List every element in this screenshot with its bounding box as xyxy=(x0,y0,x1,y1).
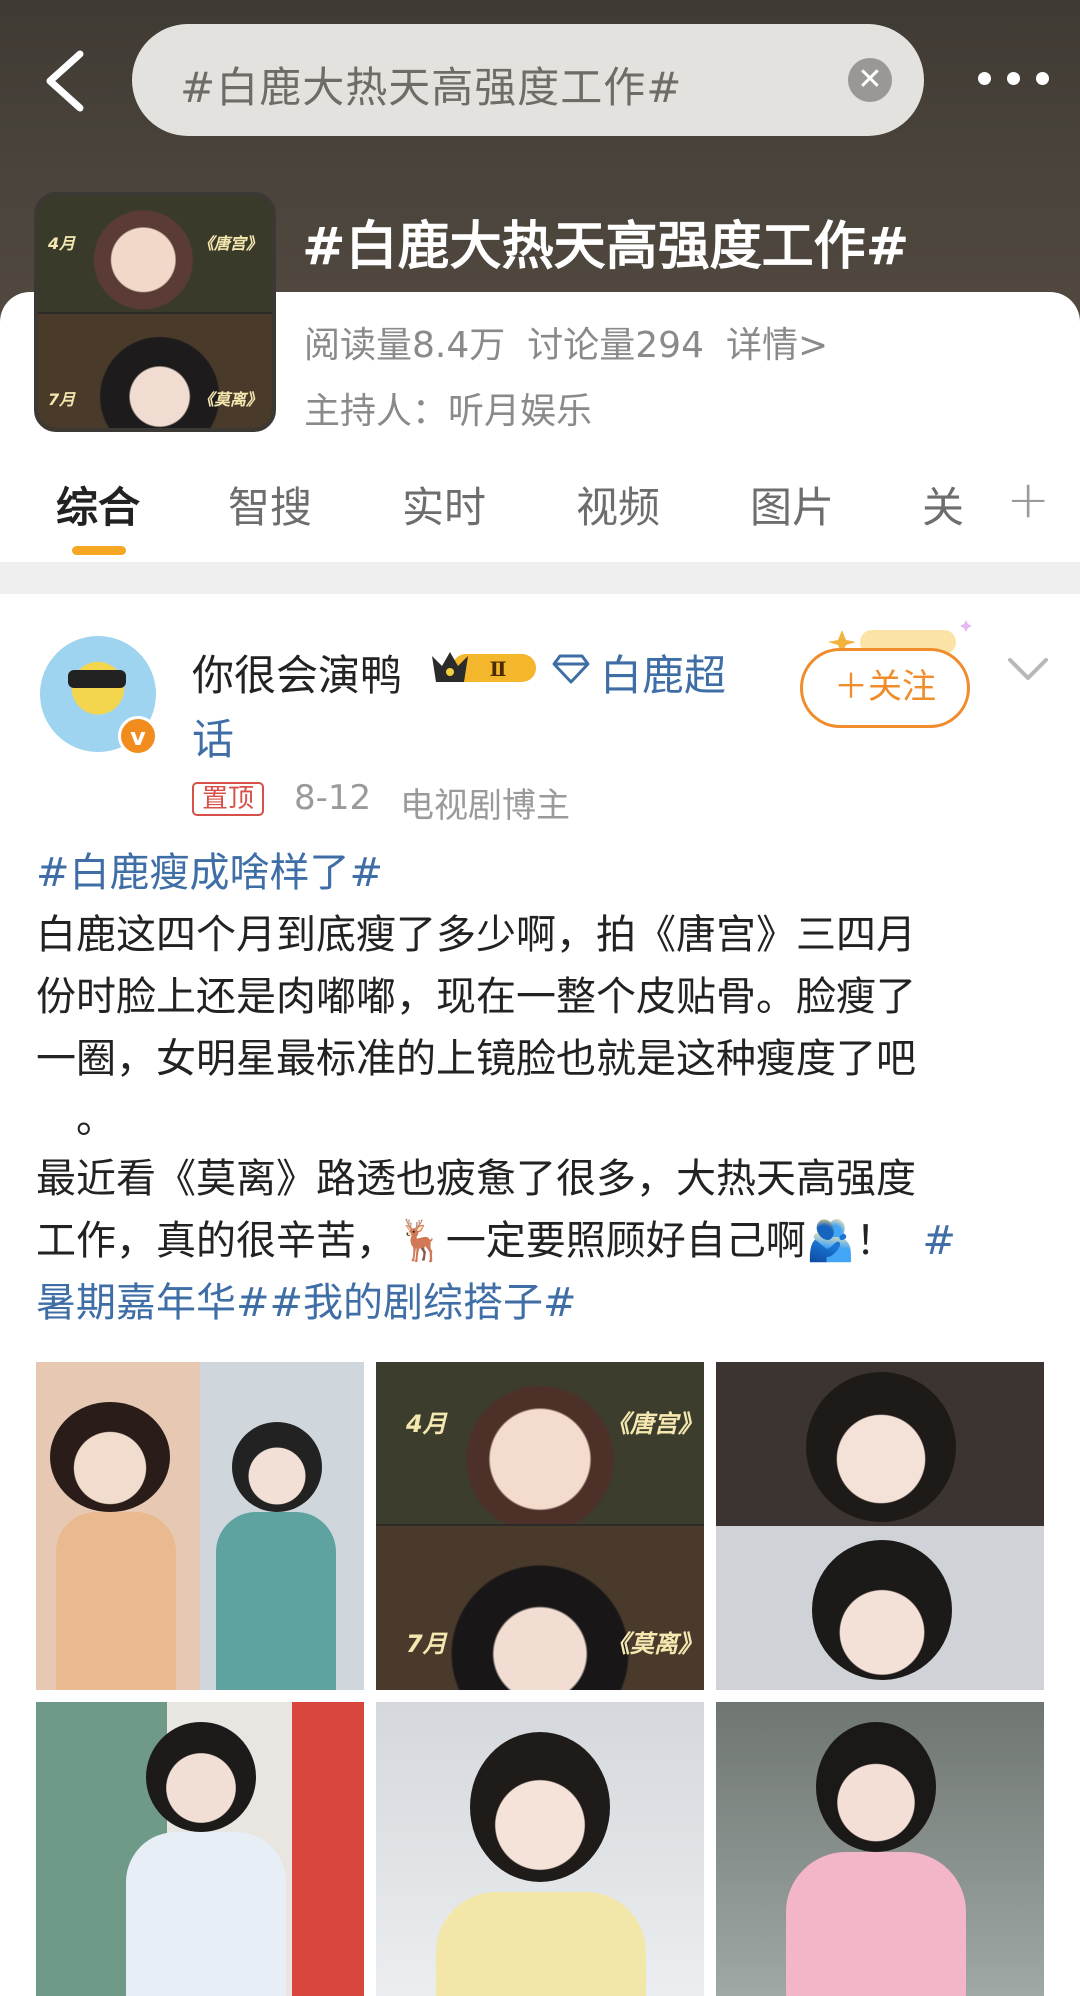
discussion-count: 讨论量294 xyxy=(527,325,704,366)
cover-tag: 《莫离》 xyxy=(198,390,263,409)
active-tab-indicator xyxy=(72,546,126,555)
deer-emoji-icon: 🦌 xyxy=(396,1218,446,1264)
post-username[interactable]: 你很会演鸭 xyxy=(192,642,402,703)
image-tag: 7月 xyxy=(406,1630,447,1658)
image-tag: 《唐宫》 xyxy=(606,1410,702,1438)
hashtag-link[interactable]: #白鹿瘦成啥样了# xyxy=(36,850,383,896)
figure-head xyxy=(806,1372,956,1522)
image-tag: 《莫离》 xyxy=(606,1630,702,1658)
hug-emoji-icon: 🫂 xyxy=(805,1218,856,1264)
details-link[interactable]: 详情> xyxy=(726,325,828,366)
figure-head xyxy=(146,1722,256,1832)
verified-badge-icon: v xyxy=(118,716,158,756)
figure-robe xyxy=(786,1852,966,1996)
figure-head xyxy=(50,1402,170,1512)
topic-title: #白鹿大热天高强度工作# xyxy=(302,217,910,277)
section-divider xyxy=(0,562,1080,594)
cover-tag: 7月 xyxy=(48,390,76,409)
tab-realtime[interactable]: 实时 xyxy=(402,474,486,535)
read-count: 阅读量8.4万 xyxy=(304,325,506,366)
post-line: 一定要照顾好自己啊 xyxy=(445,1218,806,1264)
hashtag-link[interactable]: # xyxy=(922,1218,956,1264)
clear-search-icon[interactable]: ✕ xyxy=(848,58,892,102)
more-options-icon[interactable] xyxy=(978,60,1050,96)
hashtag-link[interactable]: 暑期嘉年华##我的剧综搭子# xyxy=(36,1280,577,1326)
superchat-link[interactable]: 白鹿超 xyxy=(600,642,726,703)
photo-top xyxy=(376,1362,704,1524)
post-line: 最近看《莫离》路透也疲惫了很多，大热天高强度 xyxy=(36,1156,916,1202)
figure-robe xyxy=(216,1512,336,1690)
topic-stats: 阅读量8.4万 讨论量294 详情> xyxy=(304,316,828,368)
figure-robe xyxy=(126,1832,286,1996)
post-image[interactable]: 4月 《唐宫》 7月 《莫离》 xyxy=(376,1362,704,1690)
post-line: 。 xyxy=(76,1096,116,1142)
vip-crown-icon[interactable]: Ⅱ xyxy=(430,648,540,688)
cover-tag: 4月 xyxy=(48,234,76,253)
figure-head xyxy=(232,1422,322,1512)
post-source: 电视剧博主 xyxy=(400,786,570,826)
post-line: ！ xyxy=(855,1218,896,1264)
figure-robe xyxy=(56,1512,176,1690)
post-image[interactable] xyxy=(36,1702,364,1996)
post-image[interactable] xyxy=(36,1362,364,1690)
pinned-badge: 置顶 xyxy=(192,782,265,816)
post-line: 一圈，女明星最标准的上镜脸也就是这种瘦度了吧 xyxy=(36,1036,916,1082)
tab-video[interactable]: 视频 xyxy=(576,474,660,535)
post-image[interactable] xyxy=(716,1362,1044,1690)
tab-bar: 综合 智搜 实时 视频 图片 关 + xyxy=(0,466,1080,562)
photo-bottom xyxy=(376,1526,704,1690)
add-tab-icon[interactable]: + xyxy=(1006,470,1050,530)
post-line: 工作，真的很辛苦， xyxy=(36,1218,396,1264)
cover-photo-bottom xyxy=(38,314,272,428)
post-image[interactable] xyxy=(716,1702,1044,1996)
search-query: #白鹿大热天高强度工作# xyxy=(180,63,683,112)
back-arrow-icon[interactable] xyxy=(40,48,100,114)
follow-button[interactable]: ＋关注 xyxy=(800,648,970,728)
figure-head xyxy=(470,1732,610,1882)
cover-photo-top xyxy=(38,196,272,312)
superchat-link-continued[interactable]: 话 xyxy=(192,706,234,767)
tab-related[interactable]: 关 xyxy=(922,474,964,535)
chevron-down-icon[interactable] xyxy=(1006,654,1050,684)
figure-head xyxy=(816,1722,936,1852)
post-image[interactable] xyxy=(376,1702,704,1996)
avatar-sunglasses xyxy=(68,670,126,688)
topic-host: 主持人：听月娱乐 xyxy=(304,391,593,432)
search-input[interactable]: #白鹿大热天高强度工作# ✕ xyxy=(132,24,924,136)
diamond-icon xyxy=(552,650,590,686)
topic-cover-image[interactable]: 4月 《唐宫》 7月 《莫离》 xyxy=(34,192,276,432)
tab-images[interactable]: 图片 xyxy=(750,474,834,535)
figure-robe xyxy=(436,1892,646,1996)
image-tag: 4月 xyxy=(406,1410,447,1438)
figure-head xyxy=(812,1540,952,1680)
tab-comprehensive[interactable]: 综合 xyxy=(56,474,140,535)
post-line: 白鹿这四个月到底瘦了多少啊，拍《唐宫》三四月 xyxy=(36,912,916,958)
post-date: 8-12 xyxy=(294,778,372,818)
post-line: 份时脸上还是肉嘟嘟，现在一整个皮贴骨。脸瘦了 xyxy=(36,974,916,1020)
cover-tag: 《唐宫》 xyxy=(198,234,263,253)
post-text: #白鹿瘦成啥样了# 白鹿这四个月到底瘦了多少啊，拍《唐宫》三四月 份时脸上还是肉… xyxy=(36,842,1046,1334)
vip-level: Ⅱ xyxy=(490,657,507,681)
tab-smart-search[interactable]: 智搜 xyxy=(228,474,312,535)
